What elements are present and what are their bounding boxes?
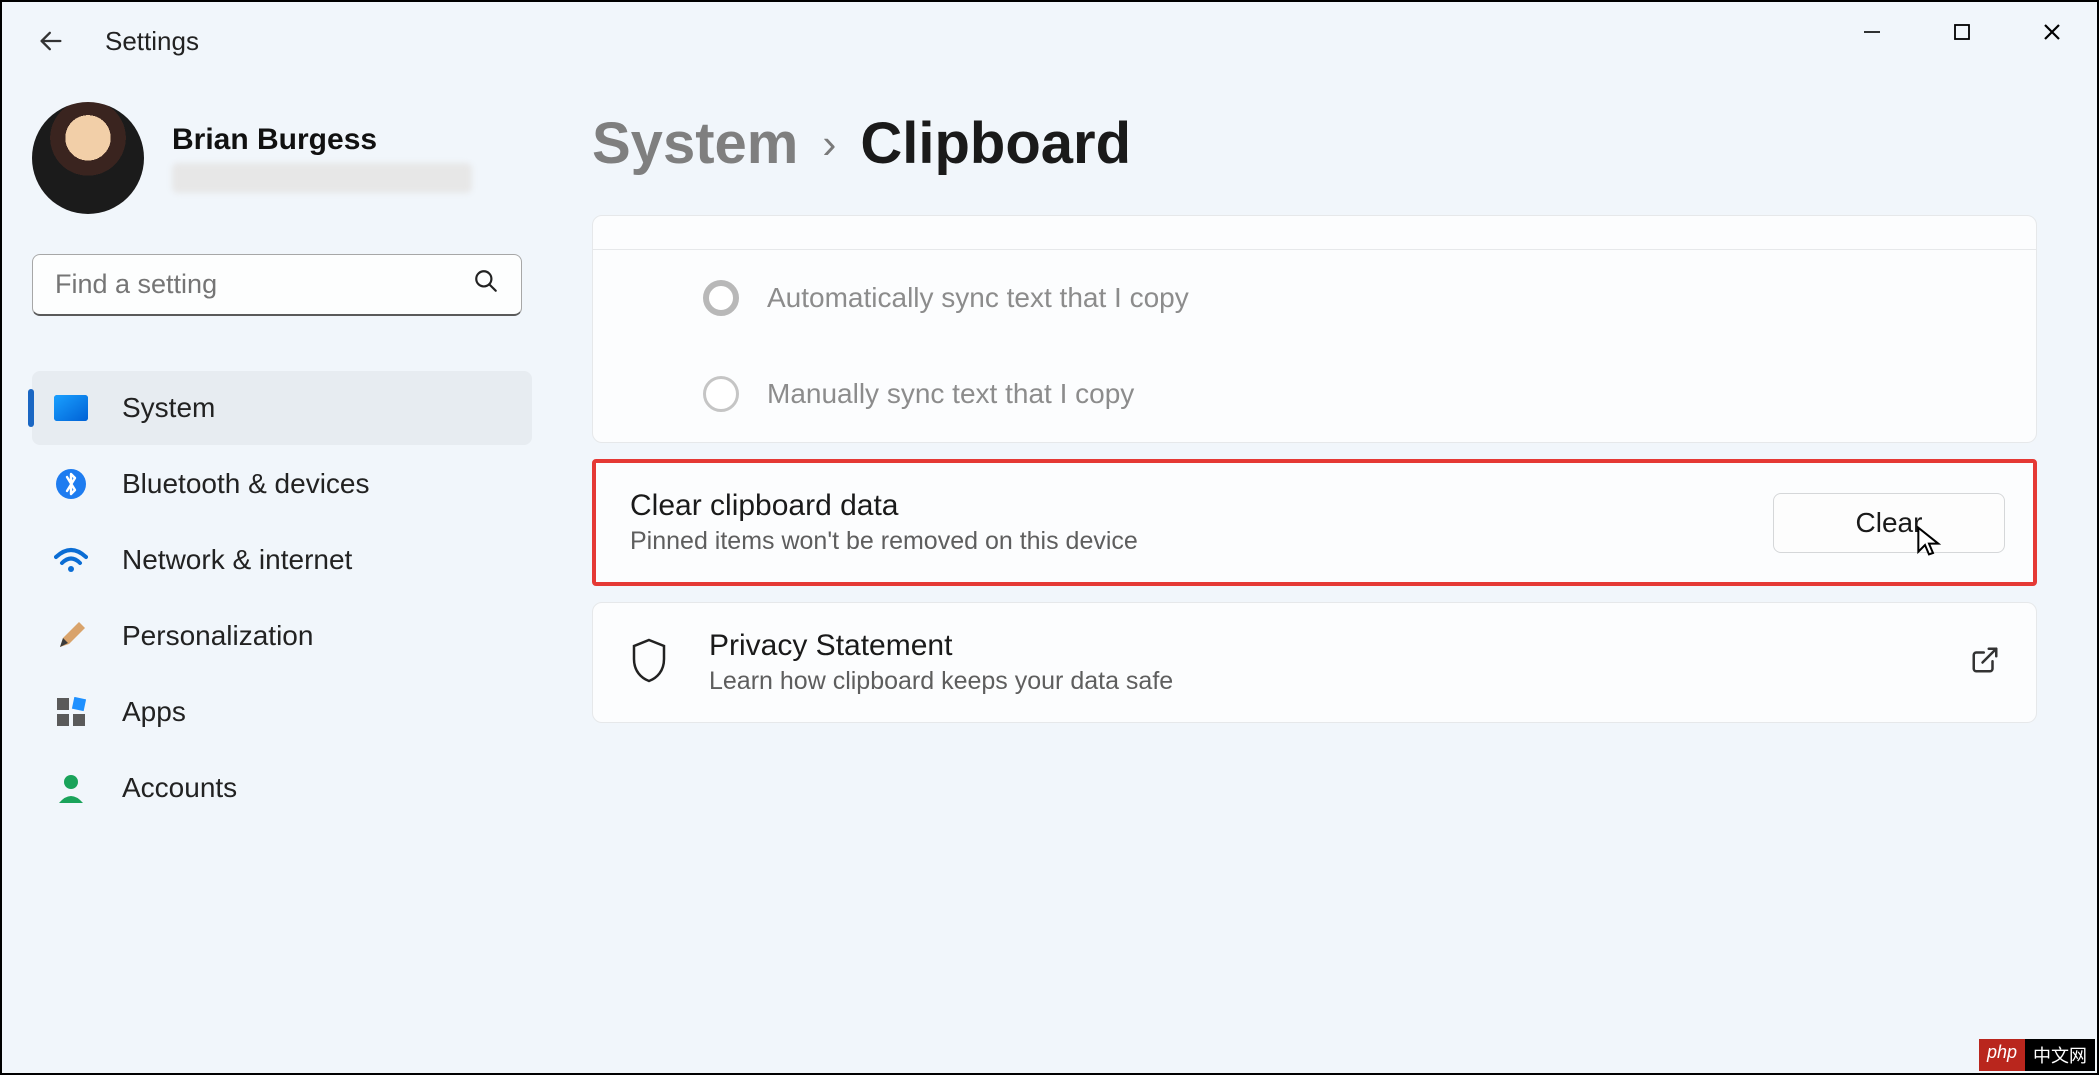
sync-options-card: Automatically sync text that I copy Manu… (592, 215, 2037, 443)
sync-option-auto[interactable]: Automatically sync text that I copy (593, 250, 2036, 346)
radio-icon (703, 376, 739, 412)
clear-button[interactable]: Clear (1773, 493, 2005, 553)
close-icon (2042, 22, 2062, 42)
sync-option-label: Automatically sync text that I copy (767, 282, 1189, 314)
search-input[interactable] (55, 269, 473, 300)
wifi-icon (54, 543, 88, 577)
clear-clipboard-card: Clear clipboard data Pinned items won't … (592, 459, 2037, 586)
clear-title: Clear clipboard data (630, 489, 1138, 523)
nav-list: System Bluetooth & devices Network & int… (32, 371, 532, 825)
window-controls (1827, 2, 2097, 62)
back-arrow-icon (37, 27, 65, 55)
sidebar-item-apps[interactable]: Apps (32, 675, 532, 749)
external-link-icon (1970, 645, 2000, 680)
sidebar-item-accounts[interactable]: Accounts (32, 751, 532, 825)
profile-block[interactable]: Brian Burgess (32, 102, 532, 214)
sidebar-item-network[interactable]: Network & internet (32, 523, 532, 597)
chevron-right-icon: › (822, 120, 836, 168)
shield-icon (629, 637, 669, 688)
privacy-card[interactable]: Privacy Statement Learn how clipboard ke… (592, 602, 2037, 723)
card-header-strip (593, 216, 2036, 250)
sync-option-label: Manually sync text that I copy (767, 378, 1134, 410)
sidebar-item-label: Apps (122, 696, 186, 728)
sidebar-item-label: Bluetooth & devices (122, 468, 370, 500)
maximize-button[interactable] (1917, 2, 2007, 62)
bluetooth-icon (54, 467, 88, 501)
sidebar-item-bluetooth[interactable]: Bluetooth & devices (32, 447, 532, 521)
sidebar-item-label: Network & internet (122, 544, 352, 576)
search-icon (473, 268, 499, 301)
titlebar: Settings (2, 2, 2097, 80)
sidebar-item-label: Accounts (122, 772, 237, 804)
radio-icon (703, 280, 739, 316)
content-area: System › Clipboard Automatically sync te… (562, 80, 2097, 1073)
accounts-icon (54, 771, 88, 805)
breadcrumb-current: Clipboard (860, 110, 1131, 177)
apps-icon (54, 695, 88, 729)
watermark-right: 中文网 (2025, 1039, 2095, 1071)
minimize-button[interactable] (1827, 2, 1917, 62)
breadcrumb-parent[interactable]: System (592, 110, 798, 177)
privacy-subtitle: Learn how clipboard keeps your data safe (709, 667, 1173, 696)
sidebar-item-system[interactable]: System (32, 371, 532, 445)
breadcrumb: System › Clipboard (592, 110, 2037, 177)
clear-subtitle: Pinned items won't be removed on this de… (630, 527, 1138, 556)
system-icon (54, 391, 88, 425)
personalization-icon (54, 619, 88, 653)
app-title: Settings (105, 26, 199, 57)
privacy-title: Privacy Statement (709, 629, 1173, 663)
sidebar-item-label: Personalization (122, 620, 313, 652)
profile-name: Brian Burgess (172, 123, 472, 157)
profile-email-redacted (172, 163, 472, 193)
minimize-icon (1862, 22, 1882, 42)
watermark: php 中文网 (1979, 1039, 2095, 1071)
sidebar-item-personalization[interactable]: Personalization (32, 599, 532, 673)
clear-button-label: Clear (1856, 507, 1923, 539)
maximize-icon (1953, 23, 1971, 41)
avatar (32, 102, 144, 214)
sidebar-item-label: System (122, 392, 215, 424)
search-box[interactable] (32, 254, 522, 316)
sidebar: Brian Burgess System Blue (2, 80, 562, 1073)
back-button[interactable] (27, 17, 75, 65)
watermark-left: php (1979, 1039, 2025, 1071)
close-button[interactable] (2007, 2, 2097, 62)
sync-option-manual[interactable]: Manually sync text that I copy (593, 346, 2036, 442)
